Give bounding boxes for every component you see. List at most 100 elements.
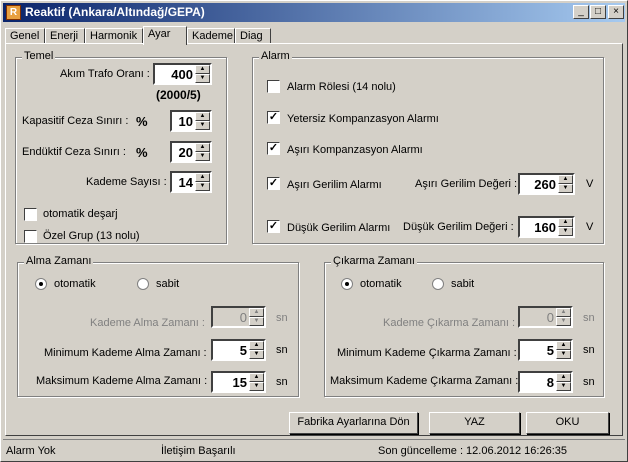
up-arrow-icon[interactable]: ▲ [195,112,210,121]
alma-otomatik-radio[interactable] [35,278,47,290]
alma-group: Alma Zamanı otomatik sabit Kademe Alma Z… [17,255,299,397]
up-arrow-icon[interactable]: ▲ [556,341,571,350]
kapasitif-value: 10 [178,114,193,129]
alarm-title: Alarm [259,50,292,62]
yaz-button[interactable]: YAZ [429,412,520,434]
up-arrow-icon[interactable]: ▲ [558,175,573,184]
enduktif-label: Endüktif Ceza Sınırı : [22,146,126,158]
ozel-grup-checkbox[interactable] [24,230,37,243]
cikarma-sabit-label: sabit [451,278,475,290]
up-arrow-icon[interactable]: ▲ [195,173,210,182]
asiri-gerilim-checkbox[interactable]: ✓ [267,177,280,190]
up-arrow-icon[interactable]: ▲ [249,373,264,382]
kapasitif-stepper[interactable]: 10 ▲ ▼ [170,110,212,132]
down-arrow-icon[interactable]: ▼ [558,184,573,193]
temel-group: Temel Akım Trafo Oranı : 400 ▲ ▼ (2000/5)… [15,50,227,244]
temel-title: Temel [22,50,56,62]
alma-kademe-label: Kademe Alma Zamanı : [90,317,205,329]
up-arrow-icon[interactable]: ▲ [558,218,573,227]
up-arrow-icon[interactable]: ▲ [195,143,210,152]
fabrika-button[interactable]: Fabrika Ayarlarına Dön [289,412,418,434]
asiri-komp-checkbox[interactable]: ✓ [267,142,280,155]
down-arrow-icon[interactable]: ▼ [249,317,264,326]
dusuk-unit: V [586,221,594,233]
enduktif-stepper[interactable]: 20 ▲ ▼ [170,141,212,163]
cikarma-group: Çıkarma Zamanı otomatik sabit Kademe Çık… [324,255,604,397]
down-arrow-icon[interactable]: ▼ [556,382,571,391]
down-arrow-icon[interactable]: ▼ [249,382,264,391]
down-arrow-icon[interactable]: ▼ [195,182,210,191]
down-arrow-icon[interactable]: ▼ [195,74,210,83]
status-iletisim: İletişim Başarılı [161,445,236,457]
window-title: Reaktif (Ankara/Altındağ/GEPA) [25,5,205,19]
asiri-deger-label: Aşırı Gerilim Değeri : [415,178,518,190]
asiri-gerilim-label: Aşırı Gerilim Alarmı [287,179,382,191]
yetersiz-checkbox[interactable]: ✓ [267,111,280,124]
alarm-rolesi-checkbox[interactable] [267,80,280,93]
dusuk-deger-stepper[interactable]: 160 ▲ ▼ [518,216,575,238]
app-icon: R [6,5,21,20]
cikarma-otomatik-label: otomatik [360,278,402,290]
up-arrow-icon[interactable]: ▲ [249,308,264,317]
up-arrow-icon[interactable]: ▲ [556,308,571,317]
otomatik-desarj-label: otomatik deşarj [43,208,118,220]
kademe-sayisi-stepper[interactable]: 14 ▲ ▼ [170,171,212,193]
minimize-button[interactable]: _ [573,5,589,19]
maximize-button[interactable]: □ [590,5,606,19]
up-arrow-icon[interactable]: ▲ [249,341,264,350]
alma-max-value: 15 [232,375,247,390]
up-arrow-icon[interactable]: ▲ [556,373,571,382]
tab-harmonik[interactable]: Harmonik [85,28,143,44]
alma-max-stepper[interactable]: 15 ▲ ▼ [211,371,266,393]
akim-stepper[interactable]: 400 ▲ ▼ [153,63,212,85]
cikarma-kademe-value: 0 [546,310,554,325]
cikarma-kademe-unit: sn [583,312,595,324]
alma-title: Alma Zamanı [24,255,94,267]
alma-kademe-value: 0 [239,310,247,325]
down-arrow-icon[interactable]: ▼ [249,350,264,359]
cikarma-min-stepper[interactable]: 5 ▲ ▼ [518,339,573,361]
alma-kademe-stepper[interactable]: 0 ▲ ▼ [211,306,266,328]
kademe-sayisi-label: Kademe Sayısı : [86,176,167,188]
dusuk-deger-value: 160 [534,220,556,235]
down-arrow-icon[interactable]: ▼ [556,317,571,326]
tab-diag[interactable]: Diag [235,28,271,44]
cikarma-sabit-radio[interactable] [432,278,444,290]
oku-button[interactable]: OKU [526,412,609,434]
cikarma-max-value: 8 [546,375,554,390]
tab-kademe[interactable]: Kademe [187,28,235,44]
down-arrow-icon[interactable]: ▼ [195,121,210,130]
cikarma-max-stepper[interactable]: 8 ▲ ▼ [518,371,573,393]
asiri-deger-stepper[interactable]: 260 ▲ ▼ [518,173,575,195]
enduktif-value: 20 [178,145,193,160]
tab-enerji[interactable]: Enerji [45,28,85,44]
alma-max-label: Maksimum Kademe Alma Zamanı : [36,375,208,387]
cikarma-otomatik-radio[interactable] [341,278,353,290]
tab-genel[interactable]: Genel [5,28,45,44]
asiri-deger-value: 260 [534,177,556,192]
dusuk-gerilim-checkbox[interactable]: ✓ [267,220,280,233]
down-arrow-icon[interactable]: ▼ [195,152,210,161]
cikarma-kademe-label: Kademe Çıkarma Zamanı : [383,317,516,329]
asiri-komp-label: Aşırı Kompanzasyon Alarmı [287,144,423,156]
alma-min-stepper[interactable]: 5 ▲ ▼ [211,339,266,361]
akim-note: (2000/5) [156,88,201,102]
kademe-sayisi-value: 14 [178,175,193,190]
cikarma-kademe-stepper[interactable]: 0 ▲ ▼ [518,306,573,328]
alma-sabit-radio[interactable] [137,278,149,290]
up-arrow-icon[interactable]: ▲ [195,65,210,74]
ayar-panel: Temel Akım Trafo Oranı : 400 ▲ ▼ (2000/5)… [5,43,623,436]
dusuk-gerilim-label: Düşük Gerilim Alarmı [287,222,391,234]
otomatik-desarj-checkbox[interactable] [24,208,37,221]
down-arrow-icon[interactable]: ▼ [556,350,571,359]
tab-ayar[interactable]: Ayar [143,26,187,45]
alarm-group: Alarm Alarm Rölesi (14 nolu) ✓ Yetersiz … [252,50,604,244]
ozel-grup-label: Özel Grup (13 nolu) [43,230,140,242]
enduktif-pct: % [136,145,148,160]
kapasitif-pct: % [136,114,148,129]
dusuk-deger-label: Düşük Gerilim Değeri : [403,221,514,233]
cikarma-max-label: Maksimum Kademe Çıkarma Zamanı : [330,375,519,387]
close-button[interactable]: × [608,5,624,19]
down-arrow-icon[interactable]: ▼ [558,227,573,236]
alma-min-label: Minimum Kademe Alma Zamanı : [44,347,207,359]
